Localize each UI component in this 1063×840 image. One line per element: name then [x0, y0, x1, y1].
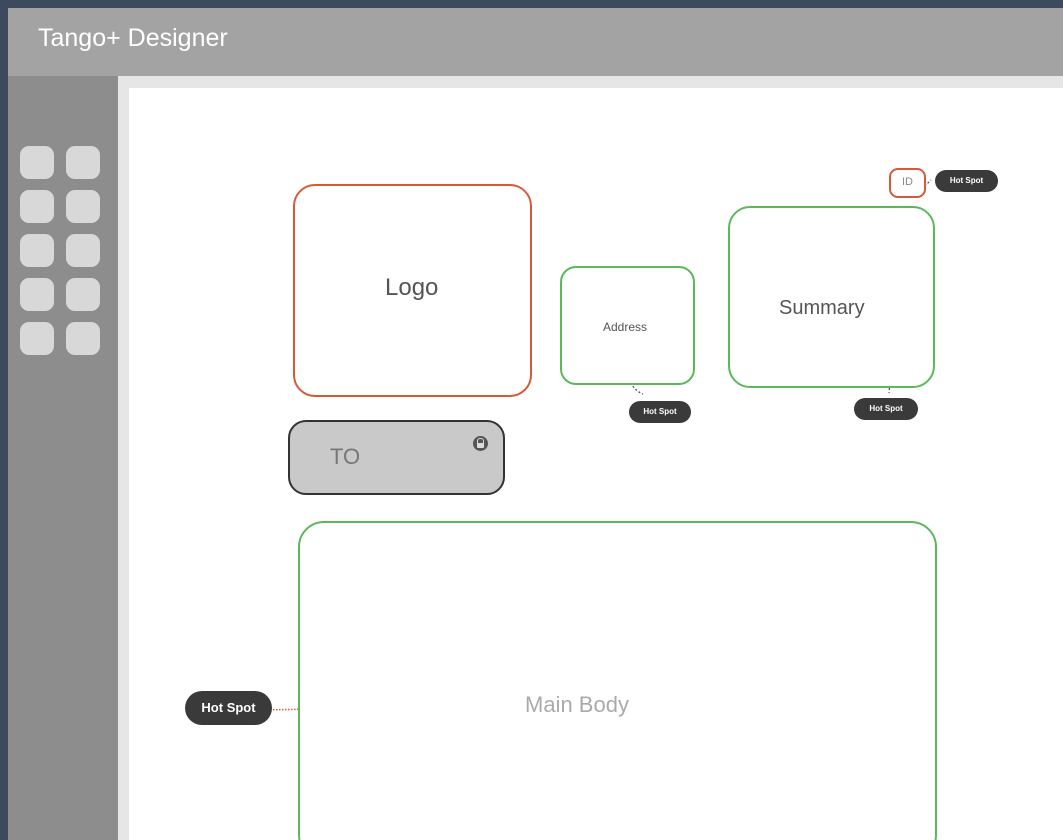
app-title: Tango+ Designer [38, 24, 228, 52]
tool-button-3[interactable] [20, 190, 54, 223]
hotspot-badge-summary[interactable]: Hot Spot [854, 398, 918, 420]
tool-grid [20, 146, 100, 355]
tool-button-6[interactable] [66, 234, 100, 267]
tool-button-9[interactable] [20, 322, 54, 355]
tool-button-7[interactable] [20, 278, 54, 311]
hotspot-badge-address[interactable]: Hot Spot [629, 401, 691, 423]
summary-region[interactable]: Summary [728, 206, 935, 388]
logo-region[interactable]: Logo [293, 184, 532, 397]
title-bar: Tango+ Designer [8, 8, 1063, 76]
main-body-label: Main Body [525, 692, 629, 717]
tool-button-4[interactable] [66, 190, 100, 223]
summary-label: Summary [779, 297, 865, 319]
tool-button-2[interactable] [66, 146, 100, 179]
logo-label: Logo [385, 274, 439, 301]
to-field-locked[interactable]: TO [288, 420, 505, 495]
main-body-region[interactable]: Main Body [298, 521, 937, 840]
to-label: TO [330, 444, 361, 469]
lock-icon [473, 436, 488, 451]
tool-button-10[interactable] [66, 322, 100, 355]
id-label: ID [902, 176, 913, 188]
tool-button-8[interactable] [66, 278, 100, 311]
address-region[interactable]: Address [560, 266, 695, 385]
tool-button-5[interactable] [20, 234, 54, 267]
design-canvas[interactable]: Logo Address Summary ID TO Main Body Hot… [129, 88, 1063, 840]
address-label: Address [603, 320, 648, 334]
id-field[interactable]: ID [889, 168, 926, 198]
tool-button-1[interactable] [20, 146, 54, 179]
hotspot-badge-id[interactable]: Hot Spot [935, 170, 998, 192]
hotspot-badge-main-body[interactable]: Hot Spot [185, 691, 272, 725]
app-window: Tango+ Designer Logo Address Summary ID … [8, 8, 1063, 840]
tool-sidebar [8, 76, 118, 840]
